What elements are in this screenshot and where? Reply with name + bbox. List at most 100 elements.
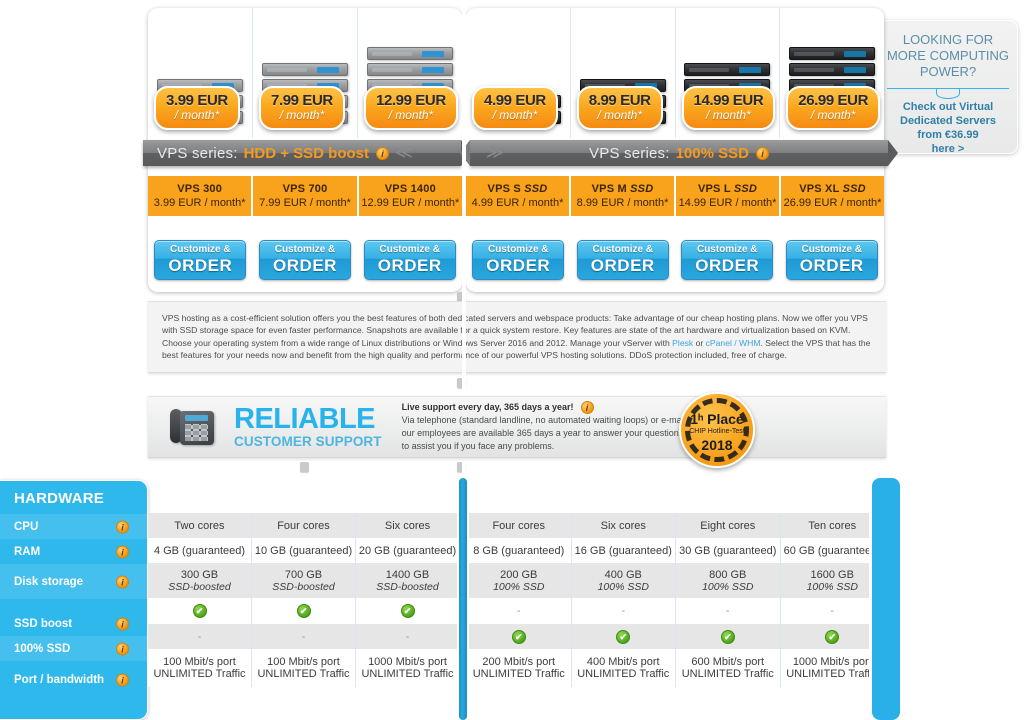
check-icon: ✔	[825, 629, 840, 644]
price-badge: 3.99 EUR / month*	[154, 86, 240, 130]
order-button-row-ssd: Customize & ORDER Customize & ORDER Cust…	[466, 236, 884, 284]
price-amount: 4.99 EUR	[484, 92, 546, 109]
series-highlight: HDD + SSD boost	[243, 144, 369, 162]
price-amount: 26.99 EUR	[798, 92, 869, 109]
spec-row-100-ssd: - - -	[148, 624, 459, 649]
customize-and-order-button[interactable]: Customize & ORDER	[363, 240, 456, 280]
hardware-row-label: SSD boost	[14, 617, 73, 630]
plan-name: VPS 300	[177, 183, 223, 195]
promo-box-more-computing-power[interactable]: LOOKING FOR MORE COMPUTING POWER? Check …	[878, 20, 1018, 156]
plan-name-cell: VPS 700 7.99 EUR / month*	[253, 176, 359, 216]
spec-cell: -	[356, 624, 459, 649]
price-amount: 14.99 EUR	[693, 92, 764, 109]
spec-cell: 400 GB 100% SSD	[572, 563, 676, 598]
plesk-link[interactable]: Plesk	[672, 338, 693, 348]
info-icon[interactable]: i	[116, 642, 129, 655]
spec-row-ssd-boost: ✔ ✔ ✔	[148, 598, 459, 624]
spec-cell: ✔	[676, 624, 781, 649]
plan-name: VPS XL	[799, 183, 840, 195]
plan-name: VPS L	[697, 183, 731, 195]
plan-price-line: 7.99 EUR / month*	[259, 197, 351, 209]
customize-and-order-button[interactable]: Customize & ORDER	[785, 240, 878, 280]
order-button-cell: Customize & ORDER	[571, 236, 676, 284]
info-icon[interactable]: i	[116, 617, 129, 630]
price-badge: 12.99 EUR / month*	[364, 86, 458, 130]
award-badge-chip-hotline-test: 1ʰ Place CHIP Hotline-Test 2018	[679, 392, 755, 468]
price-amount: 8.99 EUR	[588, 92, 651, 109]
spec-cell: Ten cores	[808, 519, 857, 532]
series-prefix: VPS series:	[157, 144, 238, 162]
info-icon[interactable]: i	[376, 146, 389, 160]
spec-cell: 60 GB (guaranteed)	[783, 544, 881, 557]
series-highlight: 100% SSD	[675, 144, 749, 162]
vps-description-block: VPS hosting as a cost-efficient solution…	[148, 301, 886, 373]
order-button-line2: ORDER	[168, 256, 233, 275]
price-badge: 14.99 EUR / month*	[681, 86, 776, 130]
spec-cell: Six cores	[384, 519, 431, 532]
spec-table-hdd: Two cores Four cores Six cores 4 GB (gua…	[148, 480, 459, 687]
order-button-line1: Customize &	[801, 244, 863, 255]
info-icon[interactable]: i	[116, 520, 129, 533]
spec-cell: 800 GB 100% SSD	[676, 563, 781, 598]
spec-table-header-pad	[148, 480, 459, 513]
order-button-line1: Customize &	[170, 244, 231, 255]
price-badge: 4.99 EUR / month*	[472, 86, 558, 130]
plan-name: VPS 1400	[384, 183, 436, 195]
plan-price-line: 4.99 EUR / month*	[471, 197, 564, 209]
spec-cell: 16 GB (guaranteed)	[572, 538, 676, 563]
hardware-row-100-ssd: 100% SSD i	[0, 636, 147, 661]
spec-cell: 4 GB (guaranteed)	[148, 538, 252, 563]
check-icon: ✔	[616, 629, 631, 644]
promo-cta-line1: Check out Virtual	[902, 101, 994, 113]
hardware-spacer	[0, 599, 147, 611]
hardware-row-label: Port / bandwidth	[14, 674, 105, 686]
series-banner-ssd: ≫ VPS series: 100% SSD i	[460, 140, 898, 166]
vps-hdd-hero-row: 3.99 EUR / month* 7.99 EUR / month* 12.9…	[148, 8, 462, 138]
customize-and-order-button[interactable]: Customize & ORDER	[259, 240, 351, 280]
spec-cell: 8 GB (guaranteed)	[467, 538, 572, 563]
customize-and-order-button[interactable]: Customize & ORDER	[472, 240, 565, 280]
promo-headline-line1: LOOKING FOR	[902, 32, 994, 47]
plan-price-line: 3.99 EUR / month*	[153, 197, 246, 209]
info-icon[interactable]: i	[116, 673, 129, 687]
order-button-line2: ORDER	[799, 256, 864, 275]
info-icon[interactable]: i	[755, 146, 769, 160]
spec-row-disk: 300 GB SSD-boosted 700 GB SSD-boosted 14…	[148, 563, 459, 598]
info-icon[interactable]: i	[580, 401, 594, 415]
price-amount: 3.99 EUR	[166, 92, 228, 109]
spec-cell: -	[572, 598, 676, 624]
support-body-line2: our employees are available 365 days a y…	[401, 428, 701, 439]
info-icon[interactable]: i	[116, 575, 129, 588]
price-period: / month*	[706, 108, 751, 122]
plan-name: VPS M	[591, 183, 627, 195]
customer-support-band: RELIABLE CUSTOMER SUPPORT Live support e…	[148, 396, 886, 458]
plan-price-line: 12.99 EUR / month*	[361, 197, 460, 209]
spec-row-ram: 8 GB (guaranteed) 16 GB (guaranteed) 30 …	[467, 538, 884, 563]
hero-cell: 4.99 EUR / month*	[466, 8, 571, 138]
check-icon: ✔	[720, 629, 735, 644]
dash-icon: -	[516, 605, 521, 617]
plan-name-suffix: SSD	[524, 183, 548, 195]
info-icon[interactable]: i	[116, 545, 129, 558]
customize-and-order-button[interactable]: Customize & ORDER	[681, 240, 774, 280]
customize-and-order-button[interactable]: Customize & ORDER	[576, 240, 669, 280]
order-button-cell: Customize & ORDER	[780, 236, 885, 284]
spec-row-port: 100 Mbit/s port UNLIMITED Traffic 100 Mb…	[148, 649, 459, 687]
desk-phone-icon	[170, 407, 216, 447]
promo-cta-link[interactable]: Check out Virtual Dedicated Servers from…	[879, 100, 1017, 156]
vps-ssd-hero-row: 4.99 EUR / month* 8.99 EUR / month* 14.9…	[466, 8, 884, 138]
series-prefix: VPS series:	[589, 144, 670, 162]
order-button-line2: ORDER	[695, 256, 760, 275]
spec-cell: 200 Mbit/s port UNLIMITED Traffic	[467, 649, 572, 687]
spec-cell: 700 GB SSD-boosted	[252, 563, 356, 598]
spec-cell: 1000 Mbit/s port UNLIMITED Traffic	[786, 656, 879, 680]
order-button-line1: Customize &	[592, 244, 654, 255]
spec-cell: -	[676, 598, 781, 624]
cpanel-whm-link[interactable]: cPanel / WHM	[706, 338, 761, 348]
order-button-row-hdd: Customize & ORDER Customize & ORDER Cust…	[148, 236, 462, 284]
spec-cell: 20 GB (guaranteed)	[358, 544, 457, 557]
plan-name-row-hdd: VPS 300 3.99 EUR / month* VPS 700 7.99 E…	[148, 176, 462, 216]
double-chevron-left-icon: ≪	[395, 143, 413, 162]
customize-and-order-button[interactable]: Customize & ORDER	[154, 240, 247, 280]
spec-cell: ✔	[467, 624, 572, 649]
